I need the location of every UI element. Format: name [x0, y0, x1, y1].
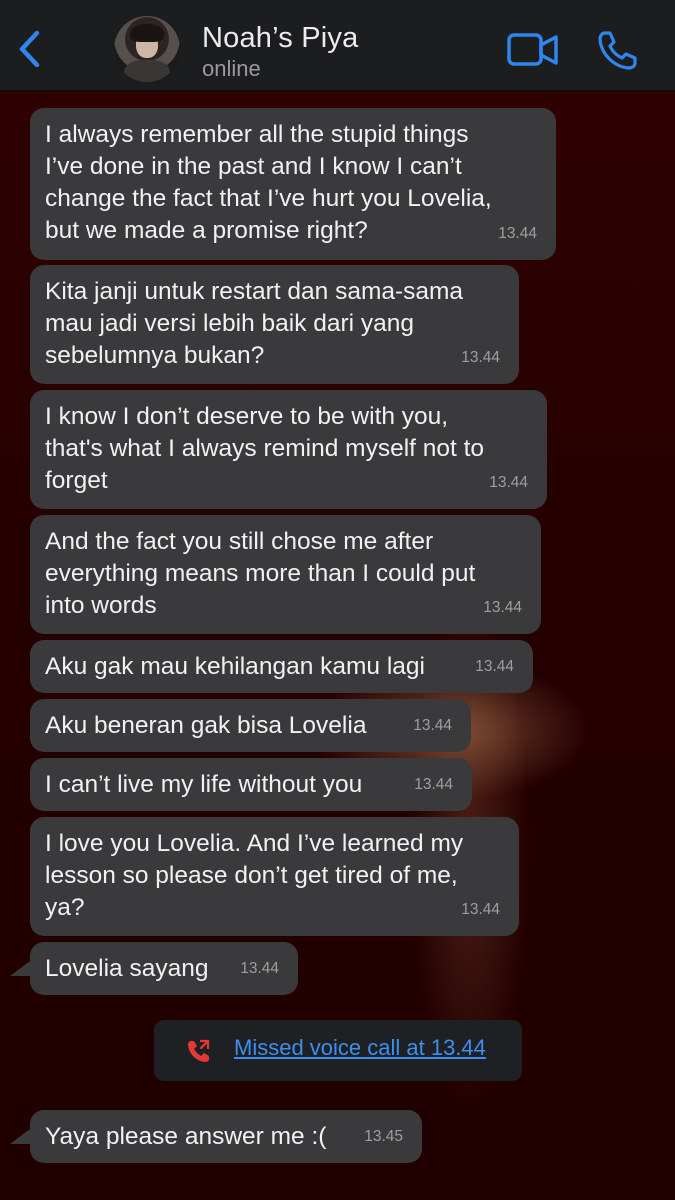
message-time: 13.44 [483, 599, 522, 616]
message-bubble[interactable]: Lovelia sayang 13.44 [30, 942, 298, 995]
message-time: 13.44 [240, 960, 279, 977]
message-text: Kita janji untuk restart dan sama-sama m… [45, 278, 464, 369]
message-bubble[interactable]: I love you Lovelia. And I’ve learned my … [30, 817, 519, 936]
message-text: I know I don’t deserve to be with you, t… [45, 403, 485, 494]
video-call-button[interactable] [506, 30, 560, 70]
missed-call-link[interactable]: Missed voice call at 13.44 [234, 1035, 486, 1061]
message-time: 13.44 [413, 717, 452, 734]
message-text: I love you Lovelia. And I’ve learned my … [45, 830, 464, 921]
back-button[interactable] [14, 27, 46, 71]
message-text: Aku beneran gak bisa Lovelia [45, 712, 367, 739]
message-time: 13.44 [461, 349, 500, 366]
missed-call-icon [188, 1039, 210, 1062]
message-bubble[interactable]: Aku beneran gak bisa Lovelia 13.44 [30, 699, 471, 752]
message-time: 13.45 [364, 1128, 403, 1145]
message-time: 13.44 [489, 474, 528, 491]
video-camera-icon [507, 33, 558, 66]
chevron-left-icon [19, 30, 40, 68]
message-bubble[interactable]: Aku gak mau kehilangan kamu lagi 13.44 [30, 640, 533, 693]
message-bubble[interactable]: Kita janji untuk restart dan sama-sama m… [30, 265, 519, 384]
message-time: 13.44 [498, 225, 537, 242]
phone-icon [598, 31, 637, 70]
message-text: I can’t live my life without you [45, 771, 363, 798]
message-text: And the fact you still chose me after ev… [45, 528, 476, 619]
message-time: 13.44 [475, 658, 514, 675]
message-time: 13.44 [461, 901, 500, 918]
missed-call-notice[interactable]: Missed voice call at 13.44 [154, 1020, 522, 1081]
voice-call-button[interactable] [596, 28, 640, 72]
message-bubble[interactable]: I can’t live my life without you 13.44 [30, 758, 472, 811]
message-bubble[interactable]: I always remember all the stupid things … [30, 108, 556, 260]
message-text: Yaya please answer me :( [45, 1123, 327, 1150]
contact-status: online [202, 56, 261, 81]
message-text: I always remember all the stupid things … [45, 121, 492, 244]
avatar[interactable] [114, 16, 180, 82]
message-time: 13.44 [414, 776, 453, 793]
message-bubble[interactable]: Yaya please answer me :( 13.45 [30, 1110, 422, 1163]
message-bubble[interactable]: And the fact you still chose me after ev… [30, 515, 541, 634]
contact-name[interactable]: Noah’s Piya [202, 22, 358, 55]
chat-header: Noah’s Piya online [0, 0, 675, 91]
message-bubble[interactable]: I know I don’t deserve to be with you, t… [30, 390, 547, 509]
message-text: Aku gak mau kehilangan kamu lagi [45, 653, 425, 680]
